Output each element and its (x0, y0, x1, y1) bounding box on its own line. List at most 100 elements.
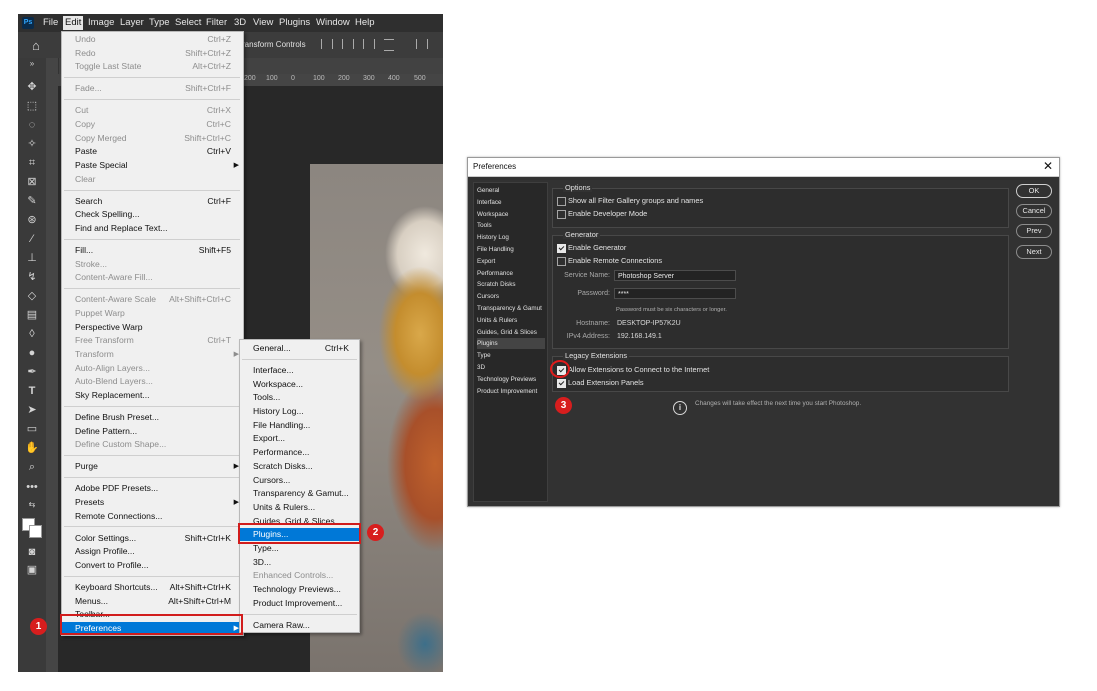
edit-menu-item-presets[interactable]: Presets ▶ (62, 496, 243, 509)
menu-image[interactable]: Image (88, 17, 114, 28)
prefs-nav-history-log[interactable]: History Log (477, 232, 545, 243)
next-button[interactable]: Next (1016, 245, 1052, 259)
marquee-tool-icon[interactable]: ⬚ (24, 99, 40, 113)
menu-type[interactable]: Type (149, 17, 170, 28)
menu-plugins[interactable]: Plugins (279, 17, 310, 28)
crop-tool-icon[interactable]: ⌗ (24, 156, 40, 170)
edit-menu-item-stroke[interactable]: Stroke... (62, 258, 243, 271)
prefs-submenu-item-history-log[interactable]: History Log... (240, 405, 359, 418)
hand-tool-icon[interactable]: ✋ (24, 441, 40, 455)
edit-menu-item-content-aware-fill[interactable]: Content-Aware Fill... (62, 271, 243, 284)
prefs-nav-general[interactable]: General (477, 185, 545, 196)
prefs-submenu-item-file-handling[interactable]: File Handling... (240, 419, 359, 432)
align-left-icon[interactable] (321, 39, 333, 49)
edit-menu-item-keyboard-shortcuts[interactable]: Keyboard Shortcuts... Alt+Shift+Ctrl+K (62, 581, 243, 594)
enable-remote-checkbox[interactable] (557, 257, 566, 266)
lasso-tool-icon[interactable]: ◌ (24, 118, 40, 132)
service-name-input[interactable]: Photoshop Server (614, 270, 736, 281)
edit-menu-item-fill[interactable]: Fill... Shift+F5 (62, 244, 243, 257)
edit-menu-item-define-custom-shape[interactable]: Define Custom Shape... (62, 438, 243, 451)
distribute-icon[interactable] (384, 39, 394, 51)
edit-menu-item-perspective-warp[interactable]: Perspective Warp (62, 321, 243, 334)
panel-collapse-icon[interactable]: » (24, 57, 40, 71)
prefs-nav-3d[interactable]: 3D (477, 362, 545, 373)
gradient-tool-icon[interactable]: ▤ (24, 308, 40, 322)
prefs-submenu-item-product-improvement[interactable]: Product Improvement... (240, 597, 359, 610)
edit-menu-item-convert-to-profile[interactable]: Convert to Profile... (62, 559, 243, 572)
edit-menu-item-adobe-pdf-presets[interactable]: Adobe PDF Presets... (62, 482, 243, 495)
brush-tool-icon[interactable]: ⁄ (24, 232, 40, 246)
type-tool-icon[interactable]: T (24, 384, 40, 398)
edit-menu-item-copy[interactable]: Copy Ctrl+C (62, 118, 243, 131)
prefs-submenu-item-general[interactable]: General... Ctrl+K (240, 342, 359, 355)
edit-menu-item-fade[interactable]: Fade... Shift+Ctrl+F (62, 82, 243, 95)
prefs-submenu-item-technology-previews[interactable]: Technology Previews... (240, 583, 359, 596)
edit-menu-item-cut[interactable]: Cut Ctrl+X (62, 104, 243, 117)
eyedropper-icon[interactable]: ✎ (24, 194, 40, 208)
eraser-tool-icon[interactable]: ◇ (24, 289, 40, 303)
prefs-nav-interface[interactable]: Interface (477, 197, 545, 208)
prefs-submenu-item-scratch-disks[interactable]: Scratch Disks... (240, 460, 359, 473)
edit-menu-item-content-aware-scale[interactable]: Content-Aware Scale Alt+Shift+Ctrl+C (62, 293, 243, 306)
prefs-nav-product-improvement[interactable]: Product Improvement (477, 386, 545, 397)
edit-menu-item-purge[interactable]: Purge ▶ (62, 460, 243, 473)
prefs-nav-plugins[interactable]: Plugins (477, 338, 545, 350)
prev-button[interactable]: Prev (1016, 224, 1052, 238)
edit-menu-item-check-spelling[interactable]: Check Spelling... (62, 208, 243, 221)
move-tool-icon[interactable]: ✥ (24, 80, 40, 94)
align-right-icon[interactable] (363, 39, 375, 49)
quick-mask-icon[interactable]: ◙ (24, 545, 40, 559)
edit-menu-item-define-brush-preset[interactable]: Define Brush Preset... (62, 411, 243, 424)
edit-menu-item-redo[interactable]: Redo Shift+Ctrl+Z (62, 47, 243, 60)
prefs-nav-workspace[interactable]: Workspace (477, 209, 545, 220)
prefs-submenu-item-export[interactable]: Export... (240, 432, 359, 445)
close-icon[interactable]: ✕ (1043, 159, 1053, 173)
edit-menu-item-transform[interactable]: Transform ▶ (62, 348, 243, 361)
prefs-submenu-item-camera-raw[interactable]: Camera Raw... (240, 619, 359, 632)
screen-mode-icon[interactable]: ▣ (24, 563, 40, 577)
swap-colors-icon[interactable]: ⇆ (24, 498, 40, 512)
edit-menu-item-undo[interactable]: Undo Ctrl+Z (62, 33, 243, 46)
transform-controls-label[interactable]: ransform Controls (242, 40, 306, 49)
blur-tool-icon[interactable]: ◊ (24, 327, 40, 341)
edit-menu-item-paste-special[interactable]: Paste Special ▶ (62, 159, 243, 172)
prefs-nav-technology-previews[interactable]: Technology Previews (477, 374, 545, 385)
menu-help[interactable]: Help (355, 17, 375, 28)
menu-filter[interactable]: Filter (206, 17, 227, 28)
healing-brush-icon[interactable]: ⊛ (24, 213, 40, 227)
prefs-nav-tools[interactable]: Tools (477, 220, 545, 231)
prefs-submenu-item-units-rulers[interactable]: Units & Rulers... (240, 501, 359, 514)
prefs-submenu-item-interface[interactable]: Interface... (240, 364, 359, 377)
menu-3d[interactable]: 3D (234, 17, 246, 28)
password-input[interactable]: **** (614, 288, 736, 299)
magic-wand-icon[interactable]: ✧ (24, 137, 40, 151)
edit-menu-item-search[interactable]: Search Ctrl+F (62, 195, 243, 208)
prefs-nav-type[interactable]: Type (477, 350, 545, 361)
path-selection-icon[interactable]: ➤ (24, 403, 40, 417)
load-extension-panels-checkbox[interactable] (557, 379, 566, 388)
prefs-nav-scratch-disks[interactable]: Scratch Disks (477, 279, 545, 290)
more-tools-icon[interactable]: ••• (24, 480, 40, 494)
edit-menu-item-clear[interactable]: Clear (62, 173, 243, 186)
prefs-nav-transparency-gamut[interactable]: Transparency & Gamut (477, 303, 545, 314)
edit-menu-item-paste[interactable]: Paste Ctrl+V (62, 145, 243, 158)
prefs-submenu-item-cursors[interactable]: Cursors... (240, 474, 359, 487)
edit-menu-item-define-pattern[interactable]: Define Pattern... (62, 425, 243, 438)
edit-menu-item-remote-connections[interactable]: Remote Connections... (62, 510, 243, 523)
prefs-submenu-item-performance[interactable]: Performance... (240, 446, 359, 459)
prefs-submenu-item-workspace[interactable]: Workspace... (240, 378, 359, 391)
rectangle-tool-icon[interactable]: ▭ (24, 422, 40, 436)
dodge-tool-icon[interactable]: ● (24, 346, 40, 360)
menu-window[interactable]: Window (316, 17, 350, 28)
prefs-submenu-item-enhanced-controls[interactable]: Enhanced Controls... (240, 569, 359, 582)
home-icon[interactable]: ⌂ (32, 38, 40, 53)
history-brush-icon[interactable]: ↯ (24, 270, 40, 284)
edit-menu-item-find-and-replace-text[interactable]: Find and Replace Text... (62, 222, 243, 235)
prefs-submenu-item-3d[interactable]: 3D... (240, 556, 359, 569)
edit-menu-item-menus[interactable]: Menus... Alt+Shift+Ctrl+M (62, 595, 243, 608)
edit-menu-item-free-transform[interactable]: Free Transform Ctrl+T (62, 334, 243, 347)
align-top-icon[interactable] (416, 39, 428, 49)
menu-view[interactable]: View (253, 17, 273, 28)
background-color-swatch[interactable] (29, 525, 42, 538)
cancel-button[interactable]: Cancel (1016, 204, 1052, 218)
